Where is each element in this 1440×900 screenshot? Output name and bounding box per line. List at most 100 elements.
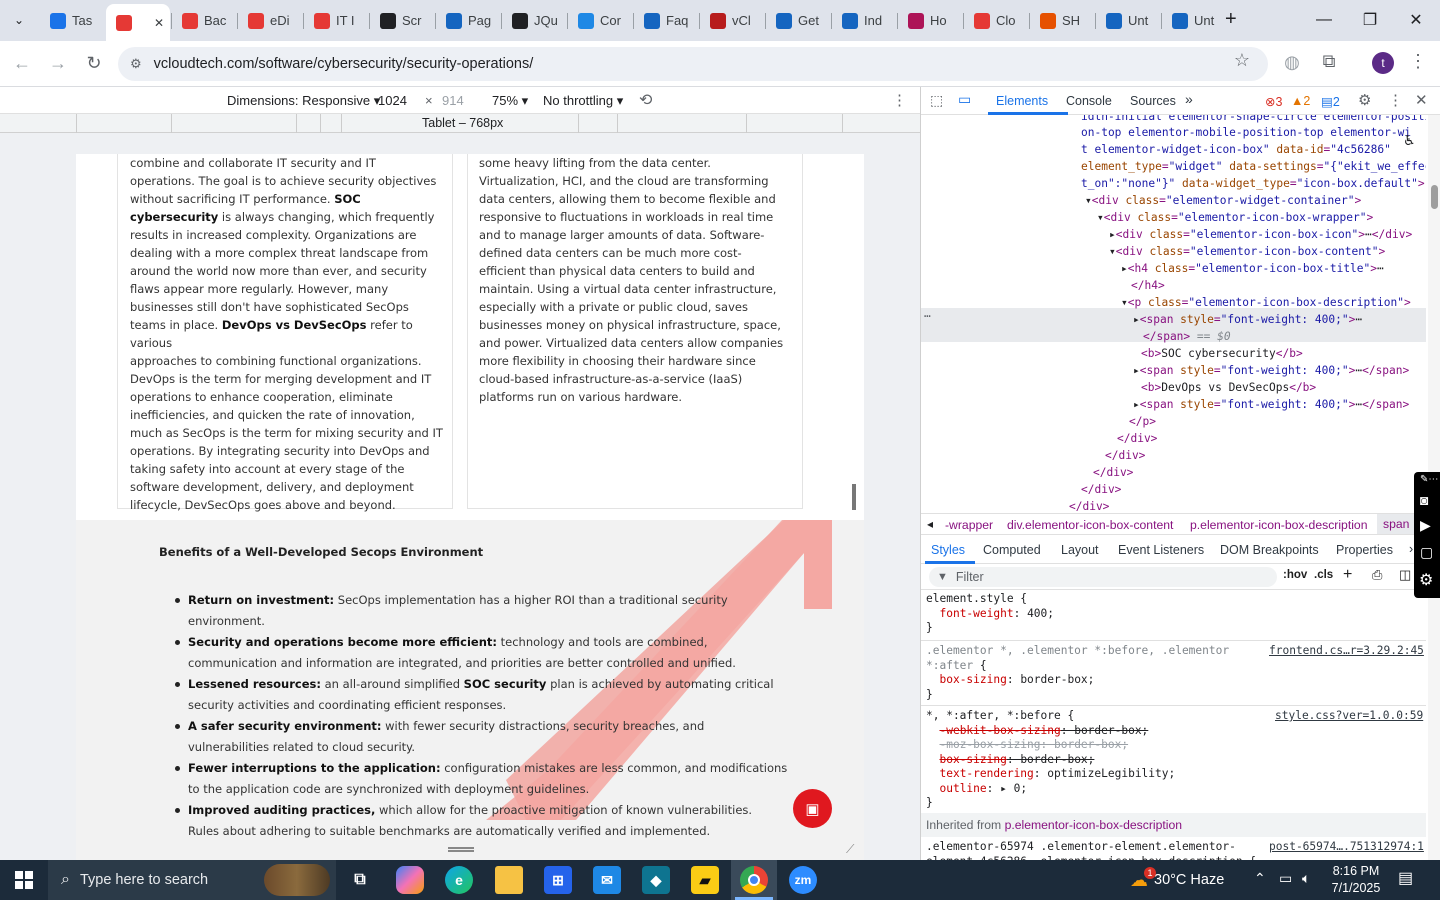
tab-active[interactable]: ✕ [106, 4, 170, 41]
dom-line[interactable]: ▾<div class="elementor-icon-box-content"… [1109, 243, 1385, 260]
dom-line[interactable]: <b>SOC cybersecurity</b> [1141, 345, 1303, 362]
crumb-description[interactable]: p.elementor-icon-box-description [1190, 518, 1367, 532]
filter-input[interactable]: ▼ Filter [929, 567, 1277, 587]
crumb-scroll-left-icon[interactable]: ◂ [927, 517, 933, 531]
mail-icon[interactable]: ✉ [593, 866, 621, 894]
browser-menu-icon[interactable]: ⋮ [1407, 51, 1429, 72]
subtab-dom-breakpoints[interactable]: DOM Breakpoints [1220, 543, 1319, 557]
dom-scrollbar[interactable] [1428, 115, 1440, 513]
error-count[interactable]: ⊗3 [1265, 94, 1282, 109]
width-input[interactable]: 1024 [378, 93, 407, 108]
clock[interactable]: 8:16 PM 7/1/2025 [1325, 863, 1387, 897]
translate-icon[interactable]: ◍ [1281, 52, 1303, 73]
settings-gear-icon[interactable]: ⚙ [1419, 570, 1433, 590]
ruler-segment[interactable] [578, 114, 618, 133]
browser-tab[interactable]: eDi [238, 6, 302, 35]
network-icon[interactable]: ▭ [1279, 870, 1292, 887]
app-diamond-icon[interactable]: ◆ [642, 866, 670, 894]
browser-tab[interactable]: Clo [964, 6, 1028, 35]
new-rule-icon[interactable]: + [1343, 566, 1352, 584]
minimize-icon[interactable]: — [1301, 0, 1347, 40]
source-link[interactable]: frontend.cs…r=3.29.2:45 [1269, 644, 1424, 659]
weather-widget[interactable]: ☁ 1 30°C Haze [1130, 860, 1224, 900]
viewport-corner-resize-handle[interactable]: ⟋ [846, 842, 854, 857]
subtab-properties[interactable]: Properties [1336, 543, 1393, 557]
file-explorer-icon[interactable] [495, 866, 523, 894]
browser-tab[interactable]: JQu [502, 6, 566, 35]
bookmark-star-icon[interactable]: ☆ [1231, 50, 1253, 71]
window-icon[interactable]: ▢ [1420, 544, 1433, 561]
toolbar-grip-icon[interactable]: ✎⋯ [1420, 474, 1438, 485]
url-text[interactable]: vcloudtech.com/software/cybersecurity/se… [154, 56, 534, 72]
dom-line[interactable]: ▾<div class="elementor-icon-box-wrapper"… [1097, 209, 1373, 226]
microsoft-store-icon[interactable]: ⊞ [544, 866, 572, 894]
style-rule-universal[interactable]: *, *:after, *:before { -webkit-box-sizin… [926, 709, 1421, 811]
profile-avatar[interactable]: t [1372, 52, 1394, 74]
warning-count[interactable]: ▲2 [1291, 94, 1310, 108]
subtab-event-listeners[interactable]: Event Listeners [1118, 543, 1204, 557]
browser-tab[interactable]: Get [766, 6, 830, 35]
subtab-layout[interactable]: Layout [1061, 543, 1099, 557]
crumb-span[interactable]: span [1377, 514, 1416, 534]
device-toggle-icon[interactable]: ▭ [958, 91, 971, 108]
browser-tab[interactable]: Tas [40, 6, 104, 35]
taskbar-search-box[interactable]: ⌕ Type here to search [48, 860, 336, 900]
inspect-element-icon[interactable]: ⬚ [930, 92, 943, 109]
task-view-icon[interactable]: ⧉ [346, 866, 374, 894]
line-ellipsis-icon[interactable]: … [924, 305, 931, 322]
forward-icon[interactable]: → [47, 53, 69, 74]
chrome-icon[interactable] [740, 866, 768, 894]
reload-icon[interactable]: ↻ [83, 53, 105, 74]
camera-icon[interactable]: ◙ [1420, 492, 1428, 508]
dom-line[interactable]: </div> [1081, 481, 1121, 498]
browser-tab[interactable]: Bac [172, 6, 236, 35]
browser-tab[interactable]: Ind [832, 6, 896, 35]
browser-tab[interactable]: IT I [304, 6, 368, 35]
copilot-icon[interactable] [396, 866, 424, 894]
toggle-sidebar-icon[interactable]: ◫ [1399, 567, 1411, 583]
source-link[interactable]: post-65974….751312974:1 [1269, 840, 1424, 855]
dimensions-dropdown[interactable]: Dimensions: Responsive ▾ [227, 93, 380, 109]
message-count[interactable]: ▤2 [1321, 94, 1340, 109]
ruler-segment[interactable] [746, 114, 843, 133]
tab-console[interactable]: Console [1066, 94, 1112, 108]
browser-tab[interactable]: Unt [1096, 6, 1160, 35]
inherited-selector[interactable]: p.elementor-icon-box-description [1005, 818, 1182, 832]
dom-line[interactable]: </div> [1105, 447, 1145, 464]
dom-line[interactable]: </div> [1117, 430, 1157, 447]
ruler-segment[interactable] [76, 114, 172, 133]
browser-tab[interactable]: Pag [436, 6, 500, 35]
dom-line[interactable]: </div> [1093, 464, 1133, 481]
dom-line[interactable]: </h4> [1131, 277, 1165, 294]
crumb-content[interactable]: div.elementor-icon-box-content [1007, 518, 1173, 532]
address-bar[interactable]: ⚙ vcloudtech.com/software/cybersecurity/… [118, 47, 1268, 81]
zoom-app-icon[interactable]: zm [789, 866, 817, 894]
dom-line[interactable]: ▸<span style="font-weight: 400;">⋯</span… [1133, 396, 1409, 413]
ruler-segment[interactable] [296, 114, 297, 133]
dom-line[interactable]: </div> [1069, 498, 1109, 513]
device-more-icon[interactable]: ⋮ [892, 91, 907, 109]
subtab-more-icon[interactable]: › [1409, 542, 1413, 556]
tab-search-button[interactable]: ⌄ [8, 9, 30, 31]
browser-tab[interactable]: vCl [700, 6, 764, 35]
edge-icon[interactable]: e [445, 866, 473, 894]
viewport-right-resize-handle[interactable] [852, 484, 856, 510]
maximize-icon[interactable]: ❐ [1347, 0, 1393, 40]
new-tab-button[interactable]: + [1225, 8, 1237, 31]
crumb-wrapper[interactable]: -wrapper [945, 518, 993, 532]
browser-tab[interactable]: Faq [634, 6, 698, 35]
style-rule-element[interactable]: element.style { font-weight: 400; } [926, 592, 1421, 636]
dom-line[interactable]: <b>DevOps vs DevSecOps</b> [1141, 379, 1316, 396]
site-info-icon[interactable]: ⚙ [130, 56, 142, 72]
tab-sources[interactable]: Sources [1130, 94, 1176, 108]
close-window-icon[interactable]: ✕ [1393, 0, 1439, 40]
rotate-icon[interactable]: ⟲ [639, 90, 652, 110]
close-tab-icon[interactable]: ✕ [154, 16, 164, 30]
throttle-dropdown[interactable]: No throttling ▾ [543, 93, 623, 109]
dom-line[interactable]: ▾<p class="elementor-icon-box-descriptio… [1121, 294, 1411, 311]
more-tabs-icon[interactable]: » [1185, 91, 1193, 107]
tab-elements[interactable]: Elements [996, 94, 1048, 108]
dom-line[interactable]: t_on":"none"}" data-widget_type="icon-bo… [1081, 175, 1425, 192]
dom-line[interactable]: ▸<span style="font-weight: 400;">⋯</span… [1133, 362, 1409, 379]
subtab-styles[interactable]: Styles [931, 543, 965, 557]
